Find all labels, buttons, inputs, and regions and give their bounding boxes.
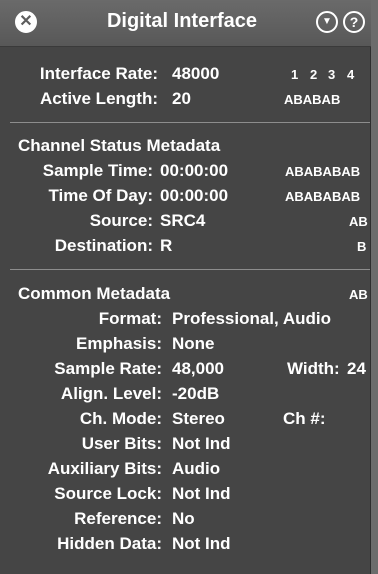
reference-label: Reference: (74, 509, 162, 528)
format-label: Format: (98, 309, 162, 328)
title-bar[interactable]: ✕ Digital Interface ▼ ? (0, 0, 371, 47)
sample-time-label: Sample Time: (42, 161, 153, 180)
auxiliary-bits-label: Auxiliary Bits: (47, 459, 162, 478)
width-label: Width: (287, 359, 340, 378)
reference-value: No (172, 509, 195, 528)
user-bits-label: User Bits: (81, 434, 162, 453)
time-of-day-indicator: ABABABAB (285, 189, 361, 204)
help-icon[interactable]: ? (343, 11, 365, 33)
hidden-data-value: Not Ind (172, 534, 231, 553)
ch-mode-label: Ch. Mode: (79, 409, 162, 428)
channel-number-1: 1 (291, 67, 299, 82)
source-lock-value: Not Ind (172, 484, 231, 503)
format-value: Professional, Audio (172, 309, 332, 328)
source-label: Source: (89, 211, 153, 230)
sample-rate-label: Sample Rate: (54, 359, 162, 378)
channel-number-3: 3 (328, 67, 336, 82)
close-icon[interactable]: ✕ (15, 11, 37, 33)
active-length-value: 20 (172, 89, 191, 108)
emphasis-label: Emphasis: (76, 334, 162, 353)
source-lock-label: Source Lock: (54, 484, 162, 503)
ch-number-label: Ch #: (283, 409, 326, 428)
active-length-label: Active Length: (39, 89, 158, 108)
panel-title: Digital Interface (106, 10, 258, 32)
channel-status-heading: Channel Status Metadata (18, 136, 221, 155)
ch-mode-value: Stereo (172, 409, 225, 428)
emphasis-value: None (172, 334, 215, 353)
separator (10, 269, 370, 270)
sample-rate-value: 48,000 (172, 359, 224, 378)
dropdown-menu-icon[interactable]: ▼ (316, 11, 338, 33)
active-length-indicator: ABABAB (284, 92, 341, 107)
interface-rate-label: Interface Rate: (39, 64, 158, 83)
destination-label: Destination: (54, 236, 153, 255)
sample-time-indicator: ABABABAB (285, 164, 361, 179)
sample-time-value: 00:00:00 (160, 161, 229, 180)
width-value: 24 (347, 359, 366, 378)
align-level-label: Align. Level: (60, 384, 162, 403)
interface-rate-value: 48000 (172, 64, 220, 83)
source-indicator: AB (349, 214, 368, 229)
channel-number-4: 4 (347, 67, 355, 82)
align-level-value: -20dB (172, 384, 220, 403)
common-metadata-indicator: AB (349, 287, 368, 302)
destination-value: R (160, 236, 173, 255)
user-bits-value: Not Ind (172, 434, 231, 453)
time-of-day-label: Time Of Day: (48, 186, 153, 205)
time-of-day-value: 00:00:00 (160, 186, 229, 205)
destination-indicator: B (357, 239, 367, 254)
hidden-data-label: Hidden Data: (57, 534, 162, 553)
auxiliary-bits-value: Audio (172, 459, 221, 478)
channel-number-2: 2 (310, 67, 318, 82)
digital-interface-panel: ✕ Digital Interface ▼ ? Interface Rate: … (0, 0, 371, 574)
common-metadata-heading: Common Metadata (18, 284, 171, 303)
separator (10, 122, 370, 123)
source-value: SRC4 (160, 211, 206, 230)
